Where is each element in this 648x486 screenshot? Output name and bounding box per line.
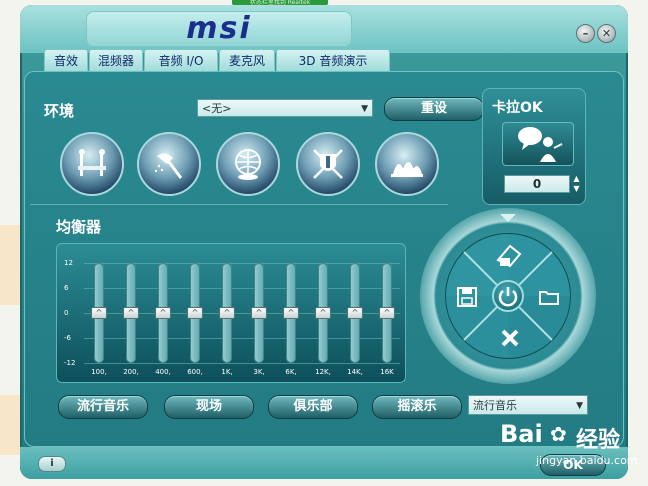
eq-slider-track[interactable]: ^ [219, 263, 235, 363]
control-wheel [420, 208, 596, 384]
env-preset-opera-house[interactable] [375, 132, 439, 196]
eq-slider-track[interactable]: ^ [123, 263, 139, 363]
close-button[interactable]: ✕ [597, 24, 616, 43]
eq-band-label: 200, [123, 368, 139, 376]
minimize-button[interactable]: – [576, 24, 595, 43]
environment-select-value: <无> [202, 102, 232, 115]
eq-band-label: 1K, [221, 368, 233, 376]
open-folder-button[interactable] [536, 284, 562, 310]
chevron-down-icon: ▼ [576, 401, 583, 411]
power-icon [498, 287, 518, 307]
eq-y-label: -6 [64, 334, 71, 342]
karaoke-singer-icon [518, 127, 563, 162]
eq-slider-knob[interactable]: ^ [91, 307, 107, 319]
baidu-watermark: Bai ✿ 经验 jingyan.baidu.com [500, 420, 646, 468]
delete-button[interactable] [498, 326, 522, 350]
karaoke-panel: 卡拉OK 0 ▲ ▼ [482, 88, 586, 205]
background-strip [0, 395, 20, 455]
paw-icon: ✿ [550, 422, 567, 446]
eq-band-label: 600, [187, 368, 203, 376]
bathroom-icon [78, 149, 106, 176]
info-button[interactable]: i [38, 456, 66, 472]
power-button[interactable] [492, 280, 524, 312]
eq-band-label: 3K, [253, 368, 265, 376]
karaoke-button[interactable] [502, 122, 574, 166]
reset-button[interactable]: 重设 [384, 97, 484, 121]
eq-slider-track[interactable]: ^ [187, 263, 203, 363]
chevron-down-icon: ▼ [361, 104, 368, 114]
opera-house-icon [391, 162, 423, 177]
folder-icon [539, 291, 559, 305]
erase-icon [496, 244, 522, 268]
erase-button[interactable] [488, 238, 528, 272]
env-preset-castle[interactable] [296, 132, 360, 196]
karaoke-value-field[interactable]: 0 [504, 175, 570, 193]
eq-slider-knob[interactable]: ^ [315, 307, 331, 319]
eq-slider-knob[interactable]: ^ [123, 307, 139, 319]
eq-slider-knob[interactable]: ^ [155, 307, 171, 319]
eq-band-label: 400, [155, 368, 171, 376]
eq-slider-knob[interactable]: ^ [251, 307, 267, 319]
env-preset-bathroom[interactable] [60, 132, 124, 196]
tab-3d-audio-demo[interactable]: 3D 音频演示 [276, 49, 390, 72]
eq-preset-club-button[interactable]: 俱乐部 [268, 395, 358, 419]
eq-preset-pop-button[interactable]: 流行音乐 [58, 395, 148, 419]
eq-preset-select[interactable]: 流行音乐 ▼ [468, 395, 588, 415]
logo-plate: msi [86, 11, 352, 47]
eq-slider-knob[interactable]: ^ [219, 307, 235, 319]
eq-slider-track[interactable]: ^ [315, 263, 331, 363]
eq-slider-knob[interactable]: ^ [283, 307, 299, 319]
eq-slider-track[interactable]: ^ [251, 263, 267, 363]
background-strip [0, 225, 20, 305]
eq-slider-knob[interactable]: ^ [379, 307, 395, 319]
eq-preset-rock-button[interactable]: 摇滚乐 [372, 395, 462, 419]
eq-slider-track[interactable]: ^ [347, 263, 363, 363]
watermark-brand-2: 经验 [576, 428, 621, 453]
shower-icon [154, 153, 183, 179]
equalizer-label: 均衡器 [56, 218, 102, 236]
eq-slider-knob[interactable]: ^ [347, 307, 363, 319]
equalizer-panel: 12 6 0 -6 -12 ^ 100, ^ 200, ^ 400, ^ 600, ^ 1K, ^ 3… [56, 243, 406, 383]
info-icon: i [50, 458, 54, 469]
eq-slider-track[interactable]: ^ [379, 263, 395, 363]
eq-band-label: 6K, [285, 368, 297, 376]
tab-microphone[interactable]: 麦克风 [219, 49, 275, 72]
eq-y-label: 6 [64, 284, 69, 292]
title-bar: msi – ✕ [20, 5, 628, 53]
environment-select[interactable]: <无> ▼ [197, 99, 373, 117]
eq-slider-knob[interactable]: ^ [187, 307, 203, 319]
save-button[interactable] [454, 284, 480, 310]
eq-slider-track[interactable]: ^ [155, 263, 171, 363]
watermark-url: jingyan.baidu.com [536, 454, 638, 467]
eq-y-label: 12 [64, 259, 73, 267]
eq-y-label: 0 [64, 309, 69, 317]
environment-label: 环境 [44, 102, 75, 120]
tab-sound-effects[interactable]: 音效 [44, 49, 88, 72]
eq-slider-track[interactable]: ^ [283, 263, 299, 363]
section-divider [30, 204, 448, 205]
eq-band-label: 12K, [315, 368, 331, 376]
eq-slider-track[interactable]: ^ [91, 263, 107, 363]
env-preset-shower[interactable] [137, 132, 201, 196]
castle-shield-icon [313, 149, 343, 179]
karaoke-increase-button[interactable]: ▲ [572, 174, 581, 183]
globe-icon [235, 149, 261, 180]
eq-band-label: 16K [380, 368, 394, 376]
karaoke-value: 0 [532, 177, 542, 191]
save-icon [457, 287, 477, 307]
tab-audio-io[interactable]: 音频 I/O [144, 49, 218, 72]
tab-mixer[interactable]: 混频器 [89, 49, 143, 72]
msi-logo: msi [186, 11, 252, 46]
eq-y-label: -12 [64, 359, 76, 367]
delete-icon [501, 329, 519, 347]
karaoke-label: 卡拉OK [492, 100, 543, 116]
eq-band-label: 14K, [347, 368, 363, 376]
env-preset-globe[interactable] [216, 132, 280, 196]
eq-band-label: 100, [91, 368, 107, 376]
eq-preset-live-button[interactable]: 现场 [164, 395, 254, 419]
watermark-brand: Bai [500, 420, 543, 448]
eq-preset-select-value: 流行音乐 [473, 399, 517, 412]
grid-line [84, 363, 400, 364]
karaoke-decrease-button[interactable]: ▼ [572, 184, 581, 193]
